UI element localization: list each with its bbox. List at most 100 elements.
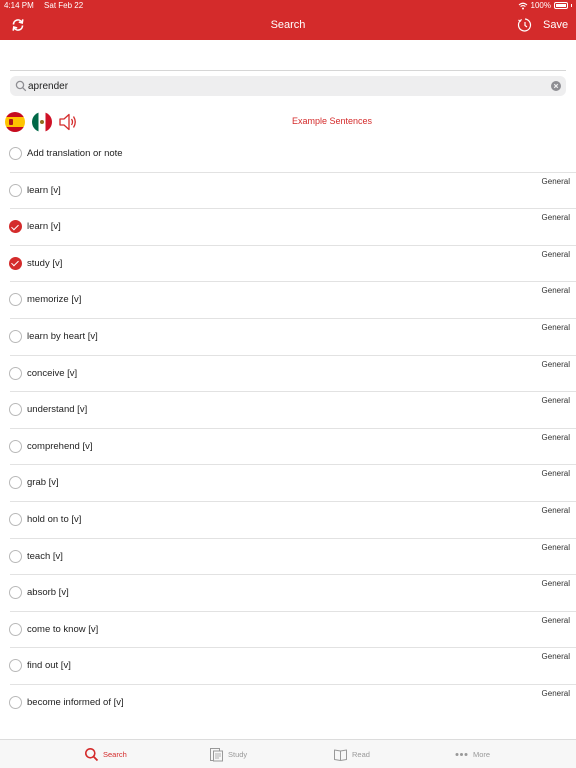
battery-icon <box>554 2 568 9</box>
battery-percent: 100% <box>530 1 551 10</box>
translation-label: learn [v] <box>27 184 61 196</box>
category-label: General <box>541 176 570 186</box>
wifi-icon <box>518 2 527 9</box>
book-icon <box>334 749 347 761</box>
speaker-icon[interactable] <box>57 111 79 133</box>
category-label: General <box>541 652 570 662</box>
unchecked-circle-icon[interactable] <box>9 439 22 453</box>
status-date: Sat Feb 22 <box>44 1 84 10</box>
category-label: General <box>541 579 570 589</box>
tab-search[interactable]: Search <box>84 740 127 768</box>
unchecked-circle-icon[interactable] <box>9 586 22 600</box>
spain-crest <box>9 119 13 125</box>
checked-circle-icon[interactable] <box>9 256 22 270</box>
translation-label: teach [v] <box>27 550 63 562</box>
unchecked-circle-icon[interactable] <box>9 329 22 343</box>
category-label: General <box>541 286 570 296</box>
status-left: 4:14 PM Sat Feb 22 <box>4 0 83 11</box>
nav-bar: Search Save <box>0 11 576 40</box>
unchecked-circle-icon[interactable] <box>9 293 22 307</box>
translation-row[interactable]: absorb [v] General <box>0 575 576 612</box>
battery-tip <box>571 4 572 7</box>
translation-label: Add translation or note <box>27 148 123 159</box>
tab-label: Read <box>352 750 370 759</box>
search-icon <box>85 748 99 762</box>
translation-label: learn by heart [v] <box>27 330 98 342</box>
more-icon <box>455 753 468 756</box>
translation-row[interactable]: learn [v] General <box>0 209 576 246</box>
translation-row[interactable]: study [v] General <box>0 246 576 283</box>
mexico-flag-icon[interactable] <box>32 112 52 132</box>
unchecked-circle-icon[interactable] <box>9 183 22 197</box>
translation-label: become informed of [v] <box>27 696 124 708</box>
translation-row[interactable]: hold on to [v] General <box>0 502 576 539</box>
tab-label: Study <box>228 750 248 759</box>
unchecked-circle-icon[interactable] <box>9 403 22 417</box>
category-label: General <box>541 432 570 442</box>
unchecked-circle-icon[interactable] <box>9 659 22 673</box>
tab-label: Search <box>103 750 127 759</box>
category-label: General <box>541 469 570 479</box>
translation-label: comprehend [v] <box>27 440 93 452</box>
translation-label: study [v] <box>27 257 63 269</box>
translation-list: Add translation or note learn [v] General l… <box>0 136 576 722</box>
unchecked-circle-icon[interactable] <box>9 366 22 380</box>
checked-circle-icon[interactable] <box>9 220 22 234</box>
translation-label: understand [v] <box>27 404 88 416</box>
translation-label: conceive [v] <box>27 367 78 379</box>
translation-row[interactable]: become informed of [v] General <box>0 685 576 722</box>
sync-icon[interactable] <box>10 17 26 33</box>
search-input[interactable] <box>28 76 548 96</box>
save-button[interactable]: Save <box>543 11 568 40</box>
status-bar: 4:14 PM Sat Feb 22 100% <box>0 0 576 11</box>
category-label: General <box>541 505 570 515</box>
study-icon <box>210 748 223 762</box>
unchecked-circle-icon[interactable] <box>9 476 22 490</box>
translation-row[interactable]: comprehend [v] General <box>0 429 576 466</box>
add-translation-row[interactable]: Add translation or note <box>0 136 576 173</box>
translation-row[interactable]: grab [v] General <box>0 465 576 502</box>
category-label: General <box>541 322 570 332</box>
tab-more[interactable]: More <box>454 740 490 768</box>
clear-icon[interactable] <box>551 81 561 91</box>
category-label: General <box>541 542 570 552</box>
translation-row[interactable]: understand [v] General <box>0 392 576 429</box>
translation-label: learn [v] <box>27 221 61 233</box>
category-label: General <box>541 359 570 369</box>
category-label: General <box>541 615 570 625</box>
status-time: 4:14 PM <box>4 1 34 10</box>
tab-read[interactable]: Read <box>333 740 370 768</box>
tab-study[interactable]: Study <box>209 740 247 768</box>
translation-label: memorize [v] <box>27 294 82 306</box>
translation-row[interactable]: memorize [v] General <box>0 282 576 319</box>
translation-row[interactable]: conceive [v] General <box>0 356 576 393</box>
divider <box>10 70 566 71</box>
unchecked-circle-icon[interactable] <box>9 147 22 160</box>
translation-label: come to know [v] <box>27 623 99 635</box>
translation-row[interactable]: come to know [v] General <box>0 612 576 649</box>
unchecked-circle-icon[interactable] <box>9 512 22 526</box>
translation-label: hold on to [v] <box>27 513 82 525</box>
translation-row[interactable]: find out [v] General <box>0 648 576 685</box>
category-label: General <box>541 213 570 223</box>
spain-flag-icon[interactable] <box>5 112 25 132</box>
translation-label: absorb [v] <box>27 587 69 599</box>
translation-row[interactable]: teach [v] General <box>0 539 576 576</box>
search-icon <box>15 80 27 92</box>
unchecked-circle-icon[interactable] <box>9 622 22 636</box>
translation-row[interactable]: learn [v] General <box>0 173 576 210</box>
category-label: General <box>541 396 570 406</box>
example-sentences-link[interactable]: Example Sentences <box>292 116 372 126</box>
category-label: General <box>541 249 570 259</box>
status-right: 100% <box>518 0 572 11</box>
translation-label: grab [v] <box>27 477 59 489</box>
unchecked-circle-icon[interactable] <box>9 549 22 563</box>
mexico-crest <box>40 120 44 124</box>
translation-row[interactable]: learn by heart [v] General <box>0 319 576 356</box>
tab-label: More <box>473 750 491 759</box>
category-label: General <box>541 688 570 698</box>
history-icon[interactable] <box>517 17 533 33</box>
search-box[interactable] <box>10 76 566 96</box>
tab-bar: Search Study Read More <box>0 739 576 768</box>
unchecked-circle-icon[interactable] <box>9 695 22 709</box>
